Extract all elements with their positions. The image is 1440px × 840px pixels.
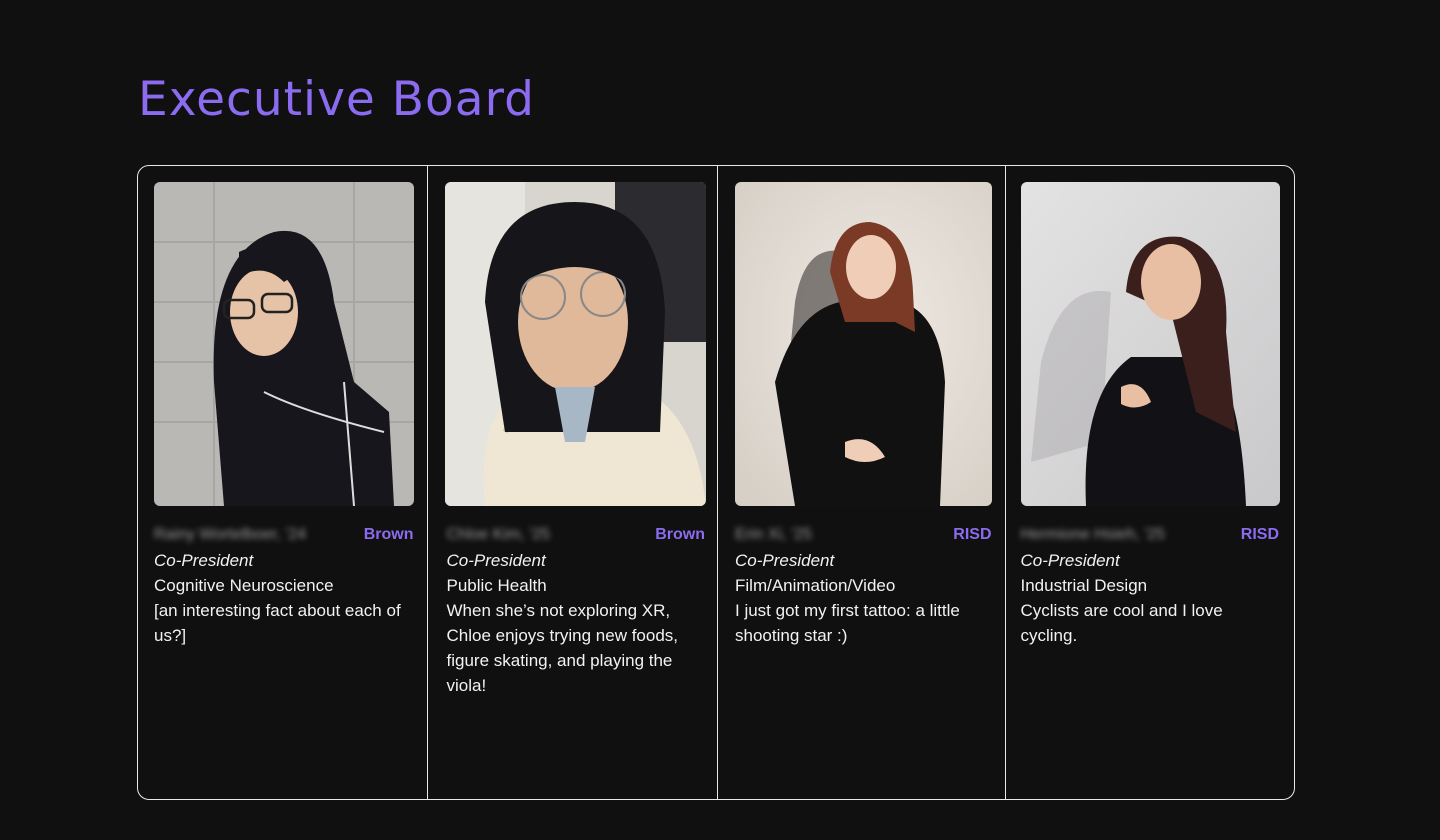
member-school: Brown xyxy=(363,526,414,543)
member-role: Co-President xyxy=(1020,551,1120,570)
member-name: Hermione Hsieh, '25 xyxy=(1020,526,1165,543)
member-school: RISD xyxy=(953,526,992,543)
member-name: Erin Xi, '25 xyxy=(735,526,812,543)
member-photo xyxy=(1020,182,1280,506)
member-photo xyxy=(154,182,414,506)
member-card: Chloe Kim, '25 Brown Co-President Public… xyxy=(428,166,718,799)
member-role: Co-President xyxy=(154,551,254,570)
name-row: Hermione Hsieh, '25 RISD xyxy=(1021,522,1280,548)
member-info: Hermione Hsieh, '25 RISD Co-President In… xyxy=(1021,522,1280,648)
page-title: Executive Board xyxy=(138,72,535,127)
member-school: RISD xyxy=(1240,526,1279,543)
name-row: Chloe Kim, '25 Brown xyxy=(447,522,706,548)
member-major: Cognitive Neuroscience xyxy=(154,576,334,595)
member-card: Rainy Wortelboer, '24 Brown Co-President… xyxy=(138,166,428,799)
member-fact: [an interesting fact about each of us?] xyxy=(154,601,401,645)
member-major: Public Health xyxy=(446,576,547,595)
name-row: Erin Xi, '25 RISD xyxy=(735,522,992,548)
member-info: Chloe Kim, '25 Brown Co-President Public… xyxy=(447,522,706,698)
member-photo xyxy=(735,182,992,506)
member-fact: Cyclists are cool and I love cycling. xyxy=(1020,601,1223,645)
executive-board-grid: Rainy Wortelboer, '24 Brown Co-President… xyxy=(137,165,1295,800)
member-major: Film/Animation/Video xyxy=(735,576,896,595)
member-info: Erin Xi, '25 RISD Co-President Film/Anim… xyxy=(735,522,992,648)
member-fact: I just got my first tattoo: a little sho… xyxy=(735,601,960,645)
member-fact: When she’s not exploring XR, Chloe enjoy… xyxy=(446,601,679,695)
member-name: Chloe Kim, '25 xyxy=(446,526,551,543)
name-row: Rainy Wortelboer, '24 Brown xyxy=(154,522,414,548)
member-info: Rainy Wortelboer, '24 Brown Co-President… xyxy=(154,522,414,648)
member-role: Co-President xyxy=(446,551,546,570)
member-card: Erin Xi, '25 RISD Co-President Film/Anim… xyxy=(718,166,1006,799)
member-name: Rainy Wortelboer, '24 xyxy=(154,526,307,543)
member-school: Brown xyxy=(655,526,705,543)
member-role: Co-President xyxy=(735,551,835,570)
member-photo xyxy=(444,182,706,506)
member-card: Hermione Hsieh, '25 RISD Co-President In… xyxy=(1006,166,1295,799)
member-major: Industrial Design xyxy=(1020,576,1148,595)
